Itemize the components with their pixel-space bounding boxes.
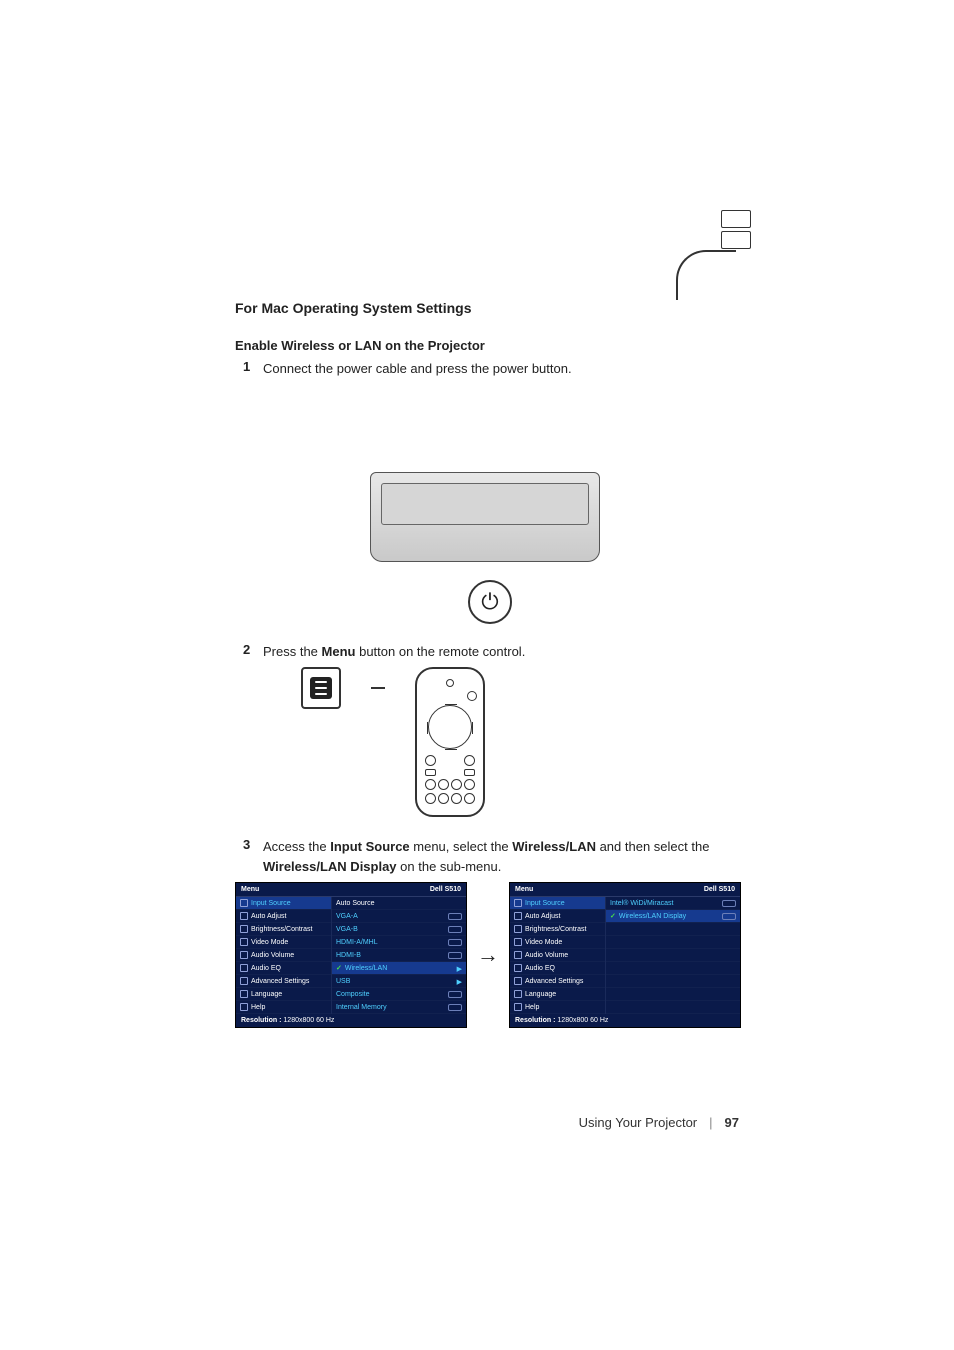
menu-button-callout	[301, 667, 341, 709]
source-item-empty	[606, 1001, 740, 1014]
widi-icon	[722, 900, 736, 907]
audio-icon	[240, 951, 248, 959]
subsection-title: Enable Wireless or LAN on the Projector	[235, 338, 745, 353]
projector-icon	[370, 472, 600, 562]
check-icon: ✓	[610, 912, 616, 920]
osd-screenshots: Menu Dell S510 Input Source Auto Adjust …	[235, 882, 745, 1028]
osd-model: Dell S510	[430, 886, 461, 893]
osd-title: Menu	[515, 886, 533, 893]
arrow-right-icon: ▶	[457, 965, 462, 972]
source-item: VGA-A	[332, 910, 466, 923]
settings-icon	[240, 977, 248, 985]
adjust-icon	[514, 912, 522, 920]
menu-item: Advanced Settings	[236, 975, 331, 988]
chapter-title: Using Your Projector	[579, 1115, 698, 1130]
projector-connection-illustration: ⏻	[235, 387, 745, 624]
check-icon: ✓	[336, 964, 342, 972]
source-item-selected: ✓Wireless/LAN▶	[332, 962, 466, 975]
step-text: Connect the power cable and press the po…	[263, 359, 745, 379]
arrow-right-icon: →	[477, 942, 499, 968]
remote-control-illustration	[301, 667, 745, 817]
step-2: 2 Press the Menu button on the remote co…	[235, 642, 745, 662]
video-icon	[240, 938, 248, 946]
source-item: Intel® WiDi/Miracast	[606, 897, 740, 910]
source-item: VGA-B	[332, 923, 466, 936]
menu-item: Audio Volume	[236, 949, 331, 962]
source-item-empty	[606, 988, 740, 1001]
menu-item: Brightness/Contrast	[510, 923, 605, 936]
settings-icon	[514, 977, 522, 985]
menu-item: Help	[510, 1001, 605, 1014]
step-number: 3	[235, 837, 263, 852]
menu-item: Auto Adjust	[510, 910, 605, 923]
help-icon	[514, 1003, 522, 1011]
menu-item: Language	[510, 988, 605, 1001]
source-item-empty	[606, 923, 740, 936]
menu-item: Audio EQ	[236, 962, 331, 975]
step-text: Access the Input Source menu, select the…	[263, 837, 745, 876]
source-item-empty	[606, 949, 740, 962]
vga-icon	[448, 926, 462, 933]
menu-item: Language	[236, 988, 331, 1001]
osd-menu-input-source: Menu Dell S510 Input Source Auto Adjust …	[235, 882, 467, 1028]
menu-item: Auto Adjust	[236, 910, 331, 923]
eq-icon	[240, 964, 248, 972]
osd-model: Dell S510	[704, 886, 735, 893]
language-icon	[240, 990, 248, 998]
power-icon: ⏻	[468, 580, 512, 624]
brightness-icon	[240, 925, 248, 933]
menu-item: Audio EQ	[510, 962, 605, 975]
source-item-empty	[606, 936, 740, 949]
section-title: For Mac Operating System Settings	[235, 300, 745, 316]
vga-icon	[448, 913, 462, 920]
language-icon	[514, 990, 522, 998]
step-number: 2	[235, 642, 263, 657]
separator-icon: |	[709, 1115, 712, 1130]
source-icon	[514, 899, 522, 907]
source-item-selected: ✓Wireless/LAN Display	[606, 910, 740, 923]
hdmi-icon	[448, 939, 462, 946]
osd-footer: Resolution : 1280x800 60 Hz	[236, 1014, 466, 1027]
source-item: USB▶	[332, 975, 466, 988]
menu-item: Input Source	[510, 897, 605, 910]
menu-item: Brightness/Contrast	[236, 923, 331, 936]
brightness-icon	[514, 925, 522, 933]
audio-icon	[514, 951, 522, 959]
source-header: Auto Source	[332, 897, 466, 910]
memory-icon	[448, 1004, 462, 1011]
menu-item: Video Mode	[510, 936, 605, 949]
page-footer: Using Your Projector | 97	[579, 1115, 739, 1130]
lan-icon	[722, 913, 736, 920]
page-number: 97	[725, 1115, 739, 1130]
step-1: 1 Connect the power cable and press the …	[235, 359, 745, 379]
hdmi-icon	[448, 952, 462, 959]
menu-item: Help	[236, 1001, 331, 1014]
help-icon	[240, 1003, 248, 1011]
menu-item: Video Mode	[236, 936, 331, 949]
step-3: 3 Access the Input Source menu, select t…	[235, 837, 745, 876]
remote-icon	[415, 667, 485, 817]
composite-icon	[448, 991, 462, 998]
source-icon	[240, 899, 248, 907]
connector-icon	[721, 210, 755, 252]
menu-icon	[310, 677, 332, 699]
source-item: Internal Memory	[332, 1001, 466, 1014]
osd-title: Menu	[241, 886, 259, 893]
source-item: HDMI-B	[332, 949, 466, 962]
source-item-empty	[606, 962, 740, 975]
menu-item: Advanced Settings	[510, 975, 605, 988]
step-text: Press the Menu button on the remote cont…	[263, 642, 745, 662]
osd-menu-wireless-lan: Menu Dell S510 Input Source Auto Adjust …	[509, 882, 741, 1028]
osd-footer: Resolution : 1280x800 60 Hz	[510, 1014, 740, 1027]
eq-icon	[514, 964, 522, 972]
source-item-empty	[606, 975, 740, 988]
adjust-icon	[240, 912, 248, 920]
source-item: HDMI-A/MHL	[332, 936, 466, 949]
menu-item: Audio Volume	[510, 949, 605, 962]
source-item: Composite	[332, 988, 466, 1001]
video-icon	[514, 938, 522, 946]
step-number: 1	[235, 359, 263, 374]
menu-item: Input Source	[236, 897, 331, 910]
arrow-right-icon: ▶	[457, 978, 462, 985]
